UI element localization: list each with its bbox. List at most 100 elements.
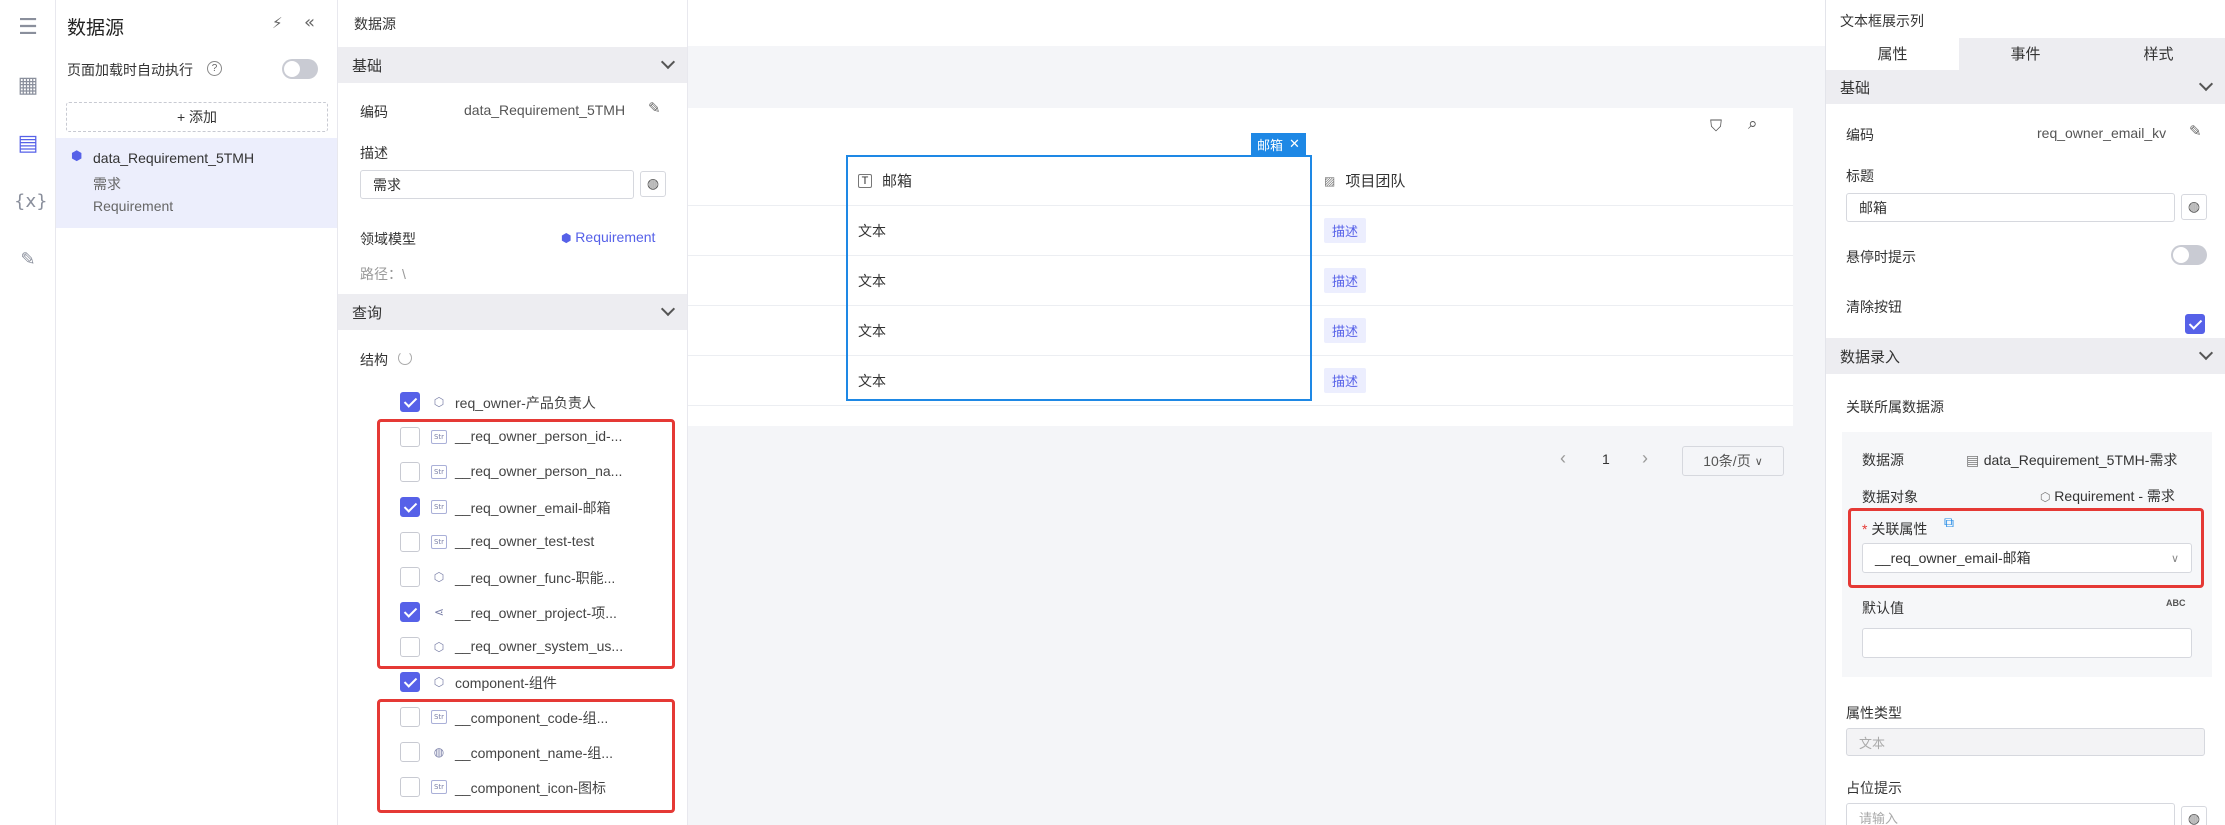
auto-exec-label: 页面加载时自动执行 — [67, 62, 193, 78]
table-component[interactable]: ⛉ ⌕ T 邮箱 ▨ 项目团队 文本 描述 文本 描述 文本 描述 文本 描述 邮箱 ✕ ‹ … — [688, 108, 1793, 476]
object-icon: ⬡ — [2040, 490, 2055, 504]
team-tag: 描述 — [1324, 218, 1367, 243]
loading-icon — [398, 351, 412, 365]
datasource-detail-panel: 数据源 基础 编码 data_Requirement_5TMH ✎ 描述 需求 … — [338, 0, 688, 825]
code-label: 编码 — [360, 104, 388, 120]
basic-section-label: 基础 — [352, 57, 383, 75]
copy-icon[interactable]: ⧉ — [1944, 515, 1954, 531]
datasource-model: Requirement — [93, 198, 174, 214]
property-tabs: 属性 事件 样式 — [1826, 38, 2225, 72]
table-cell-team: 描述 — [1312, 256, 1793, 306]
page-number[interactable]: 1 — [1602, 451, 1610, 467]
basic-section-header[interactable]: 基础 — [1826, 70, 2225, 104]
prev-page-icon[interactable]: ‹ — [1560, 448, 1566, 469]
outline-tree-icon[interactable]: ☰ — [14, 14, 42, 42]
code-label: 编码 — [1846, 127, 1874, 143]
tab-properties[interactable]: 属性 — [1826, 38, 1959, 72]
highlight-box-component-fields — [377, 699, 675, 813]
placeholder-input[interactable]: 请输入 — [1846, 803, 2175, 825]
chevron-down-icon: ∨ — [1754, 455, 1763, 468]
cube-icon: ⬢ — [561, 231, 576, 245]
data-entry-section-header[interactable]: 数据录入 — [1826, 338, 2225, 374]
datasource-code: data_Requirement_5TMH — [93, 150, 255, 166]
selected-column-outline — [846, 155, 1312, 401]
globe-icon[interactable]: ◍ — [2181, 806, 2207, 825]
panel-title: 数据源 — [67, 18, 125, 39]
ds-value: ▤ data_Requirement_5TMH-需求 — [1966, 450, 2177, 470]
magic-wand-icon[interactable]: ⚡ — [272, 14, 283, 32]
table-icon: ▤ — [1966, 453, 1984, 469]
query-section-header[interactable]: 查询 — [338, 294, 687, 330]
title-input[interactable]: 邮箱 — [1846, 193, 2175, 222]
team-tag: 描述 — [1324, 318, 1367, 343]
tree-node-label: req_owner-产品负责人 — [455, 395, 596, 411]
link-datasource-label: 关联所属数据源 — [1846, 399, 1944, 415]
tab-events[interactable]: 事件 — [1959, 38, 2092, 72]
table-cell-empty — [688, 206, 846, 256]
cube-icon: ⬢ — [71, 149, 83, 164]
desc-label: 描述 — [360, 145, 388, 161]
default-input[interactable] — [1862, 628, 2192, 658]
tree-node[interactable]: ⬡ component-组件 — [338, 665, 688, 699]
ds-label: 数据源 — [1862, 452, 1904, 468]
globe-icon[interactable]: ◍ — [640, 171, 666, 197]
help-icon[interactable]: ? — [207, 61, 222, 76]
table-cell-team: 描述 — [1312, 356, 1793, 406]
ds-value-text: data_Requirement_5TMH-需求 — [1983, 452, 2178, 468]
selected-column-badge[interactable]: 邮箱 ✕ — [1251, 133, 1306, 155]
tab-styles[interactable]: 样式 — [2092, 38, 2225, 72]
obj-value: ⬡ Requirement - 需求 — [2040, 486, 2175, 506]
clear-button-checkbox[interactable] — [2185, 314, 2205, 334]
filter-icon[interactable]: ⛉ — [1710, 116, 1722, 136]
required-mark: * — [1862, 521, 1868, 537]
table-cell-empty — [688, 356, 846, 406]
tree-node-label: component-组件 — [455, 675, 557, 691]
close-icon[interactable]: ✕ — [1289, 137, 1300, 152]
chevron-down-icon — [2198, 76, 2214, 92]
auto-exec-toggle[interactable] — [282, 59, 318, 79]
default-label: 默认值 — [1862, 600, 1904, 616]
chevron-down-icon — [660, 301, 676, 317]
tree-node[interactable]: ⬡ req_owner-产品负责人 — [338, 385, 688, 419]
attr-select[interactable]: __req_owner_email-邮箱 ∨ — [1862, 543, 2192, 573]
column-header-team[interactable]: ▨ 项目团队 — [1312, 156, 1793, 206]
desc-input[interactable]: 需求 — [360, 170, 634, 199]
component-title: 文本框展示列 — [1840, 13, 1924, 29]
table-cell-team: 描述 — [1312, 306, 1793, 356]
obj-value-text: Requirement - 需求 — [2054, 488, 2175, 504]
abc-badge: ABC — [2166, 598, 2186, 608]
search-icon[interactable]: ⌕ — [1748, 114, 1758, 134]
path-label: 路径：\ — [360, 266, 406, 282]
query-section-label: 查询 — [352, 304, 383, 322]
add-datasource-button[interactable]: + 添加 — [66, 102, 328, 132]
attr-type-label: 属性类型 — [1846, 705, 1902, 721]
edit-doc-icon[interactable]: ✎ — [14, 246, 42, 274]
detail-title: 数据源 — [354, 16, 396, 32]
chevron-down-icon — [2198, 345, 2214, 361]
datasource-item[interactable]: ⬢ data_Requirement_5TMH 需求 Requirement — [56, 138, 337, 228]
edit-code-icon[interactable]: ✎ — [2189, 122, 2202, 140]
variable-icon[interactable]: {x} — [14, 188, 48, 216]
collapse-icon[interactable]: « — [304, 12, 315, 33]
tree-node-checkbox[interactable] — [400, 392, 420, 412]
property-panel: 文本框展示列 属性 事件 样式 基础 编码 req_owner_email_kv… — [1825, 0, 2225, 825]
domain-model-link[interactable]: ⬢ Requirement — [561, 229, 655, 245]
table-cell-empty — [688, 306, 846, 356]
next-page-icon[interactable]: › — [1642, 448, 1648, 469]
tree-node-checkbox[interactable] — [400, 672, 420, 692]
datasource-icon[interactable]: ▤ — [14, 130, 42, 158]
page-size-select[interactable]: 10条/页 ∨ — [1682, 446, 1784, 476]
column-header-empty — [688, 156, 846, 206]
component-grid-icon[interactable]: ▦ — [14, 72, 42, 100]
icon-sidebar: ☰ ▦ ▤ {x} ✎ — [0, 0, 56, 825]
hover-tip-toggle[interactable] — [2171, 245, 2207, 265]
edit-code-icon[interactable]: ✎ — [648, 99, 661, 117]
obj-label: 数据对象 — [1862, 489, 1918, 505]
title-label: 标题 — [1846, 168, 1874, 184]
datasource-name: 需求 — [93, 176, 121, 192]
struct-label: 结构 — [360, 352, 388, 368]
globe-icon[interactable]: ◍ — [2181, 194, 2207, 220]
team-type-icon: ▨ — [1324, 173, 1336, 188]
canvas-toolbar — [688, 0, 1825, 46]
basic-section-header[interactable]: 基础 — [338, 47, 687, 83]
